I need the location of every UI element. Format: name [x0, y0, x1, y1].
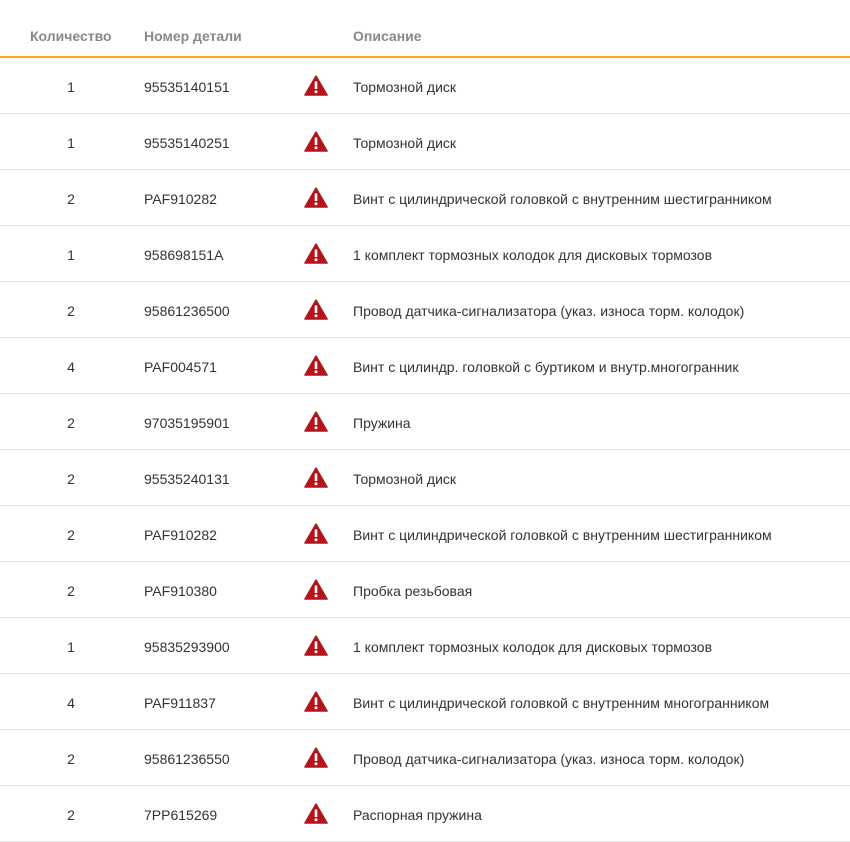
table-row[interactable]: 2 PAF910380 Пробка резьбовая	[0, 562, 850, 618]
table-row[interactable]: 4 PAF004571 Винт с цилиндр. головкой с б…	[0, 338, 850, 394]
warning-triangle-icon[interactable]	[304, 691, 328, 712]
column-header-part-number[interactable]: Номер детали	[144, 28, 242, 44]
column-header-quantity[interactable]: Количество	[30, 28, 112, 44]
table-row[interactable]: 2 95861236500 Провод датчика-сигнализато…	[0, 282, 850, 338]
table-body: 1 95535140151 Тормозной диск 1 955351402…	[0, 58, 850, 842]
part-number-cell[interactable]: PAF910380	[144, 583, 217, 599]
table-row[interactable]: 2 95535240131 Тормозной диск	[0, 450, 850, 506]
warning-triangle-icon[interactable]	[304, 411, 328, 432]
table-row[interactable]: 4 PAF911837 Винт с цилиндрической головк…	[0, 674, 850, 730]
warning-triangle-icon[interactable]	[304, 635, 328, 656]
warning-triangle-icon[interactable]	[304, 299, 328, 320]
quantity-cell: 1	[67, 135, 75, 151]
part-number-cell[interactable]: PAF910282	[144, 527, 217, 543]
warning-triangle-icon[interactable]	[304, 803, 328, 824]
table-row[interactable]: 1 95535140251 Тормозной диск	[0, 114, 850, 170]
description-cell: Распорная пружина	[353, 807, 482, 823]
warning-triangle-icon[interactable]	[304, 75, 328, 96]
quantity-cell: 2	[67, 751, 75, 767]
quantity-cell: 2	[67, 583, 75, 599]
description-cell: Винт с цилиндрической головкой с внутрен…	[353, 191, 772, 207]
description-cell: Тормозной диск	[353, 79, 457, 95]
warning-triangle-icon[interactable]	[304, 579, 328, 600]
part-number-cell[interactable]: 95861236500	[144, 303, 230, 319]
table-row[interactable]: 2 PAF910282 Винт с цилиндрической головк…	[0, 506, 850, 562]
part-number-cell[interactable]: 7PP615269	[144, 807, 217, 823]
table-row[interactable]: 2 97035195901 Пружина	[0, 394, 850, 450]
quantity-cell: 2	[67, 471, 75, 487]
column-header-description[interactable]: Описание	[353, 28, 422, 44]
part-number-cell[interactable]: PAF910282	[144, 191, 217, 207]
quantity-cell: 1	[67, 247, 75, 263]
part-number-cell[interactable]: 958698151A	[144, 247, 223, 263]
description-cell: Винт с цилиндрической головкой с внутрен…	[353, 527, 772, 543]
warning-triangle-icon[interactable]	[304, 467, 328, 488]
part-number-cell[interactable]: 95535240131	[144, 471, 230, 487]
quantity-cell: 2	[67, 303, 75, 319]
part-number-cell[interactable]: PAF004571	[144, 359, 217, 375]
part-number-cell[interactable]: 95835293900	[144, 639, 230, 655]
table-row[interactable]: 2 PAF910282 Винт с цилиндрической головк…	[0, 170, 850, 226]
description-cell: 1 комплект тормозных колодок для дисковы…	[353, 247, 713, 263]
part-number-cell[interactable]: 95861236550	[144, 751, 230, 767]
table-header: Количество Номер детали Описание	[0, 0, 850, 58]
description-cell: Винт с цилиндрической головкой с внутрен…	[353, 695, 770, 711]
table-row[interactable]: 1 95535140151 Тормозной диск	[0, 58, 850, 114]
quantity-cell: 4	[67, 359, 75, 375]
quantity-cell: 1	[67, 639, 75, 655]
table-row[interactable]: 2 7PP615269 Распорная пружина	[0, 786, 850, 842]
table-row[interactable]: 1 958698151A 1 комплект тормозных колодо…	[0, 226, 850, 282]
quantity-cell: 2	[67, 191, 75, 207]
quantity-cell: 2	[67, 527, 75, 543]
part-number-cell[interactable]: 97035195901	[144, 415, 230, 431]
table-row[interactable]: 2 95861236550 Провод датчика-сигнализато…	[0, 730, 850, 786]
table-row[interactable]: 1 95835293900 1 комплект тормозных колод…	[0, 618, 850, 674]
warning-triangle-icon[interactable]	[304, 523, 328, 544]
description-cell: Пробка резьбовая	[353, 583, 473, 599]
description-cell: 1 комплект тормозных колодок для дисковы…	[353, 639, 713, 655]
warning-triangle-icon[interactable]	[304, 243, 328, 264]
parts-table: Количество Номер детали Описание 1 95535…	[0, 0, 850, 842]
warning-triangle-icon[interactable]	[304, 187, 328, 208]
part-number-cell[interactable]: 95535140251	[144, 135, 230, 151]
description-cell: Тормозной диск	[353, 135, 457, 151]
warning-triangle-icon[interactable]	[304, 747, 328, 768]
quantity-cell: 4	[67, 695, 75, 711]
warning-triangle-icon[interactable]	[304, 355, 328, 376]
part-number-cell[interactable]: PAF911837	[144, 695, 216, 711]
description-cell: Винт с цилиндр. головкой с буртиком и вн…	[353, 359, 739, 375]
description-cell: Пружина	[353, 415, 411, 431]
quantity-cell: 1	[67, 79, 75, 95]
description-cell: Тормозной диск	[353, 471, 457, 487]
quantity-cell: 2	[67, 415, 75, 431]
warning-triangle-icon[interactable]	[304, 131, 328, 152]
description-cell: Провод датчика-сигнализатора (указ. изно…	[353, 303, 745, 319]
quantity-cell: 2	[67, 807, 75, 823]
description-cell: Провод датчика-сигнализатора (указ. изно…	[353, 751, 745, 767]
part-number-cell[interactable]: 95535140151	[144, 79, 230, 95]
